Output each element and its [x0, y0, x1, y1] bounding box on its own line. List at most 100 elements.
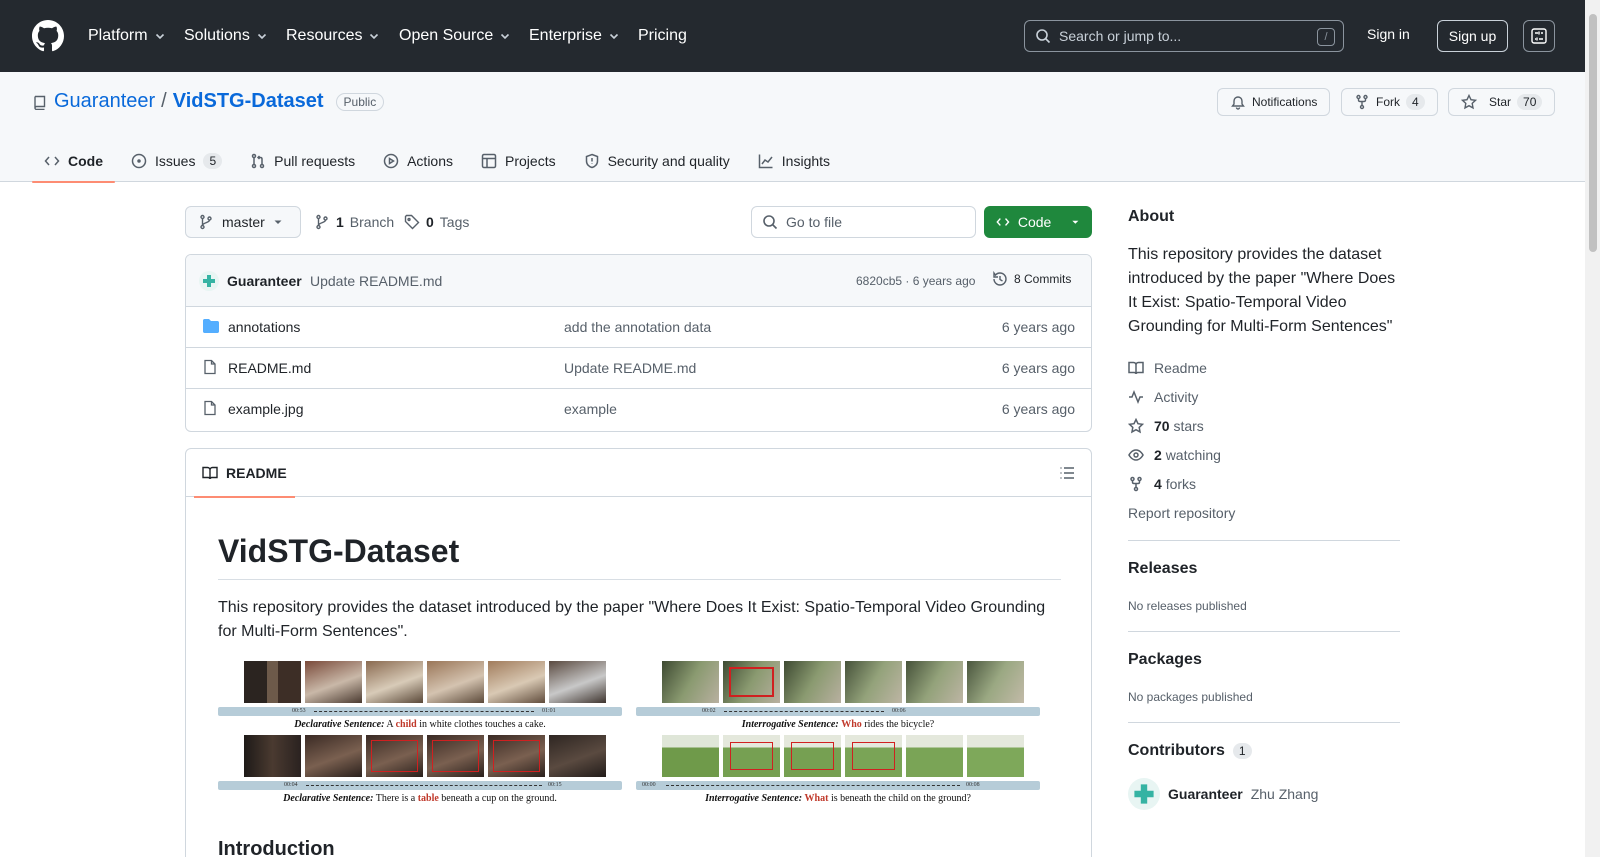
readme-panel: README VidSTG-Dataset This repository pr…: [185, 448, 1092, 857]
branches-link[interactable]: 1 Branch: [314, 214, 394, 230]
nav-label: Open Source: [399, 27, 494, 44]
chevron-down-icon: [370, 33, 379, 40]
file-name[interactable]: README.md: [228, 360, 311, 376]
commit-message[interactable]: Update README.md: [310, 273, 442, 289]
commit-hash-age[interactable]: 6820cb5 · 6 years ago: [856, 274, 975, 288]
timeline-dash: [666, 785, 960, 786]
tags-label: Tags: [439, 214, 470, 230]
readme-paragraph: This repository provides the dataset int…: [218, 599, 1046, 640]
nav-pricing[interactable]: Pricing: [638, 24, 687, 48]
timeline-end: 01:01: [542, 708, 556, 714]
branches-label: Branch: [349, 214, 395, 230]
file-row[interactable]: README.md Update README.md 6 years ago: [186, 348, 1091, 389]
notifications-label: Notifications: [1252, 95, 1318, 109]
commits-link[interactable]: 8 Commits: [992, 271, 1071, 287]
video-frame: [244, 661, 301, 703]
figure-caption: Interrogative Sentence: What is beneath …: [636, 793, 1040, 804]
slash-shortcut-key: /: [1317, 28, 1335, 46]
nav-platform[interactable]: Platform: [88, 24, 166, 48]
contributor-name: Zhu Zhang: [1250, 786, 1319, 802]
figure-caption: Declarative Sentence: A child in white c…: [218, 719, 622, 730]
timeline-start: 00:04: [284, 782, 298, 788]
global-search[interactable]: Search or jump to... /: [1024, 20, 1344, 52]
tab-pull-requests[interactable]: Pull requests: [238, 140, 367, 182]
tab-issues[interactable]: Issues 5: [119, 140, 234, 182]
releases-section[interactable]: Releases: [1128, 560, 1197, 578]
watching-link[interactable]: 2 watching: [1128, 447, 1221, 463]
tab-projects[interactable]: Projects: [469, 140, 568, 182]
nav-resources[interactable]: Resources: [286, 24, 380, 48]
signin-link[interactable]: Sign in: [1367, 26, 1410, 42]
nav-enterprise[interactable]: Enterprise: [529, 24, 620, 48]
video-frame: [967, 735, 1024, 777]
forks-link[interactable]: 4 forks: [1128, 476, 1196, 492]
frame-strip: [244, 735, 606, 777]
chevron-down-icon: [155, 33, 164, 40]
notifications-button[interactable]: Notifications: [1217, 88, 1331, 116]
commit-author[interactable]: Guaranteer: [227, 273, 302, 289]
readme-link[interactable]: Readme: [1128, 360, 1207, 376]
fork-button[interactable]: Fork 4: [1341, 88, 1438, 116]
menu-button[interactable]: [1523, 20, 1555, 52]
video-frame: [488, 735, 545, 777]
signup-button[interactable]: Sign up: [1437, 20, 1508, 52]
file-commit-message[interactable]: example: [564, 401, 617, 417]
activity-link[interactable]: Activity: [1128, 389, 1198, 405]
tab-security[interactable]: Security and quality: [572, 140, 742, 182]
timeline-bar: 00:00 00:08: [636, 781, 1040, 790]
stars-link[interactable]: 70 stars: [1128, 418, 1204, 434]
repo-title: Guaranteer / VidSTG-Dataset Public: [32, 90, 385, 113]
star-count: 70: [1517, 94, 1543, 110]
report-repository-link[interactable]: Report repository: [1128, 505, 1235, 521]
repo-name-link[interactable]: VidSTG-Dataset: [173, 90, 324, 113]
file-name[interactable]: annotations: [228, 319, 300, 335]
tab-label: Actions: [407, 153, 454, 169]
packages-heading: Packages: [1128, 651, 1202, 668]
global-header: Platform Solutions Resources Open Source…: [0, 0, 1585, 72]
timeline-start: 00:00: [642, 782, 656, 788]
file-commit-message[interactable]: Update README.md: [564, 360, 696, 376]
nav-label: Enterprise: [529, 27, 602, 44]
scrollbar-thumb[interactable]: [1589, 14, 1597, 252]
nav-open-source[interactable]: Open Source: [399, 24, 511, 48]
contributors-section[interactable]: Contributors 1: [1128, 742, 1252, 760]
code-dropdown-button[interactable]: Code: [984, 206, 1092, 238]
example-figure[interactable]: 00:53 01:01 Declarative Sentence: A chil…: [218, 661, 1061, 821]
github-logo-icon[interactable]: [32, 20, 64, 52]
watching-label: watching: [1165, 447, 1221, 463]
file-row[interactable]: example.jpg example 6 years ago: [186, 389, 1091, 430]
packages-section[interactable]: Packages: [1128, 651, 1202, 669]
search-placeholder: Search or jump to...: [1059, 28, 1182, 44]
repo-header: Guaranteer / VidSTG-Dataset Public Notif…: [0, 72, 1585, 183]
forks-label: forks: [1165, 476, 1197, 492]
tab-label: Projects: [505, 153, 556, 169]
contributor-item[interactable]: Guaranteer Zhu Zhang: [1128, 778, 1318, 810]
nav-solutions[interactable]: Solutions: [184, 24, 268, 48]
file-row[interactable]: annotations add the annotation data 6 ye…: [186, 307, 1091, 348]
star-button[interactable]: Star 70: [1448, 88, 1556, 116]
tab-insights[interactable]: Insights: [746, 140, 842, 182]
star-label: Star: [1489, 95, 1512, 109]
file-name[interactable]: example.jpg: [228, 401, 304, 417]
outline-button[interactable]: [1059, 465, 1075, 481]
go-to-file-input[interactable]: Go to file: [751, 206, 976, 238]
branch-selector[interactable]: master: [185, 206, 301, 238]
tab-code[interactable]: Code: [32, 140, 115, 183]
file-commit-message[interactable]: add the annotation data: [564, 319, 711, 335]
tab-actions[interactable]: Actions: [371, 140, 465, 182]
readme-tab[interactable]: README: [194, 449, 295, 498]
video-frame: [366, 661, 423, 703]
repo-owner-link[interactable]: Guaranteer: [54, 90, 155, 113]
fork-count: 4: [1406, 94, 1425, 110]
file-icon: [204, 400, 216, 416]
star-icon: [1461, 94, 1477, 110]
nav-label: Solutions: [184, 27, 250, 44]
avatar[interactable]: [199, 271, 219, 291]
tags-link[interactable]: 0 Tags: [404, 214, 469, 230]
sentence-type: Declarative Sentence:: [294, 719, 385, 730]
branch-name: master: [222, 214, 265, 230]
chevron-down-icon: [609, 33, 618, 40]
folder-icon: [203, 319, 219, 333]
video-frame: [723, 735, 780, 777]
avatar: [1128, 778, 1160, 810]
